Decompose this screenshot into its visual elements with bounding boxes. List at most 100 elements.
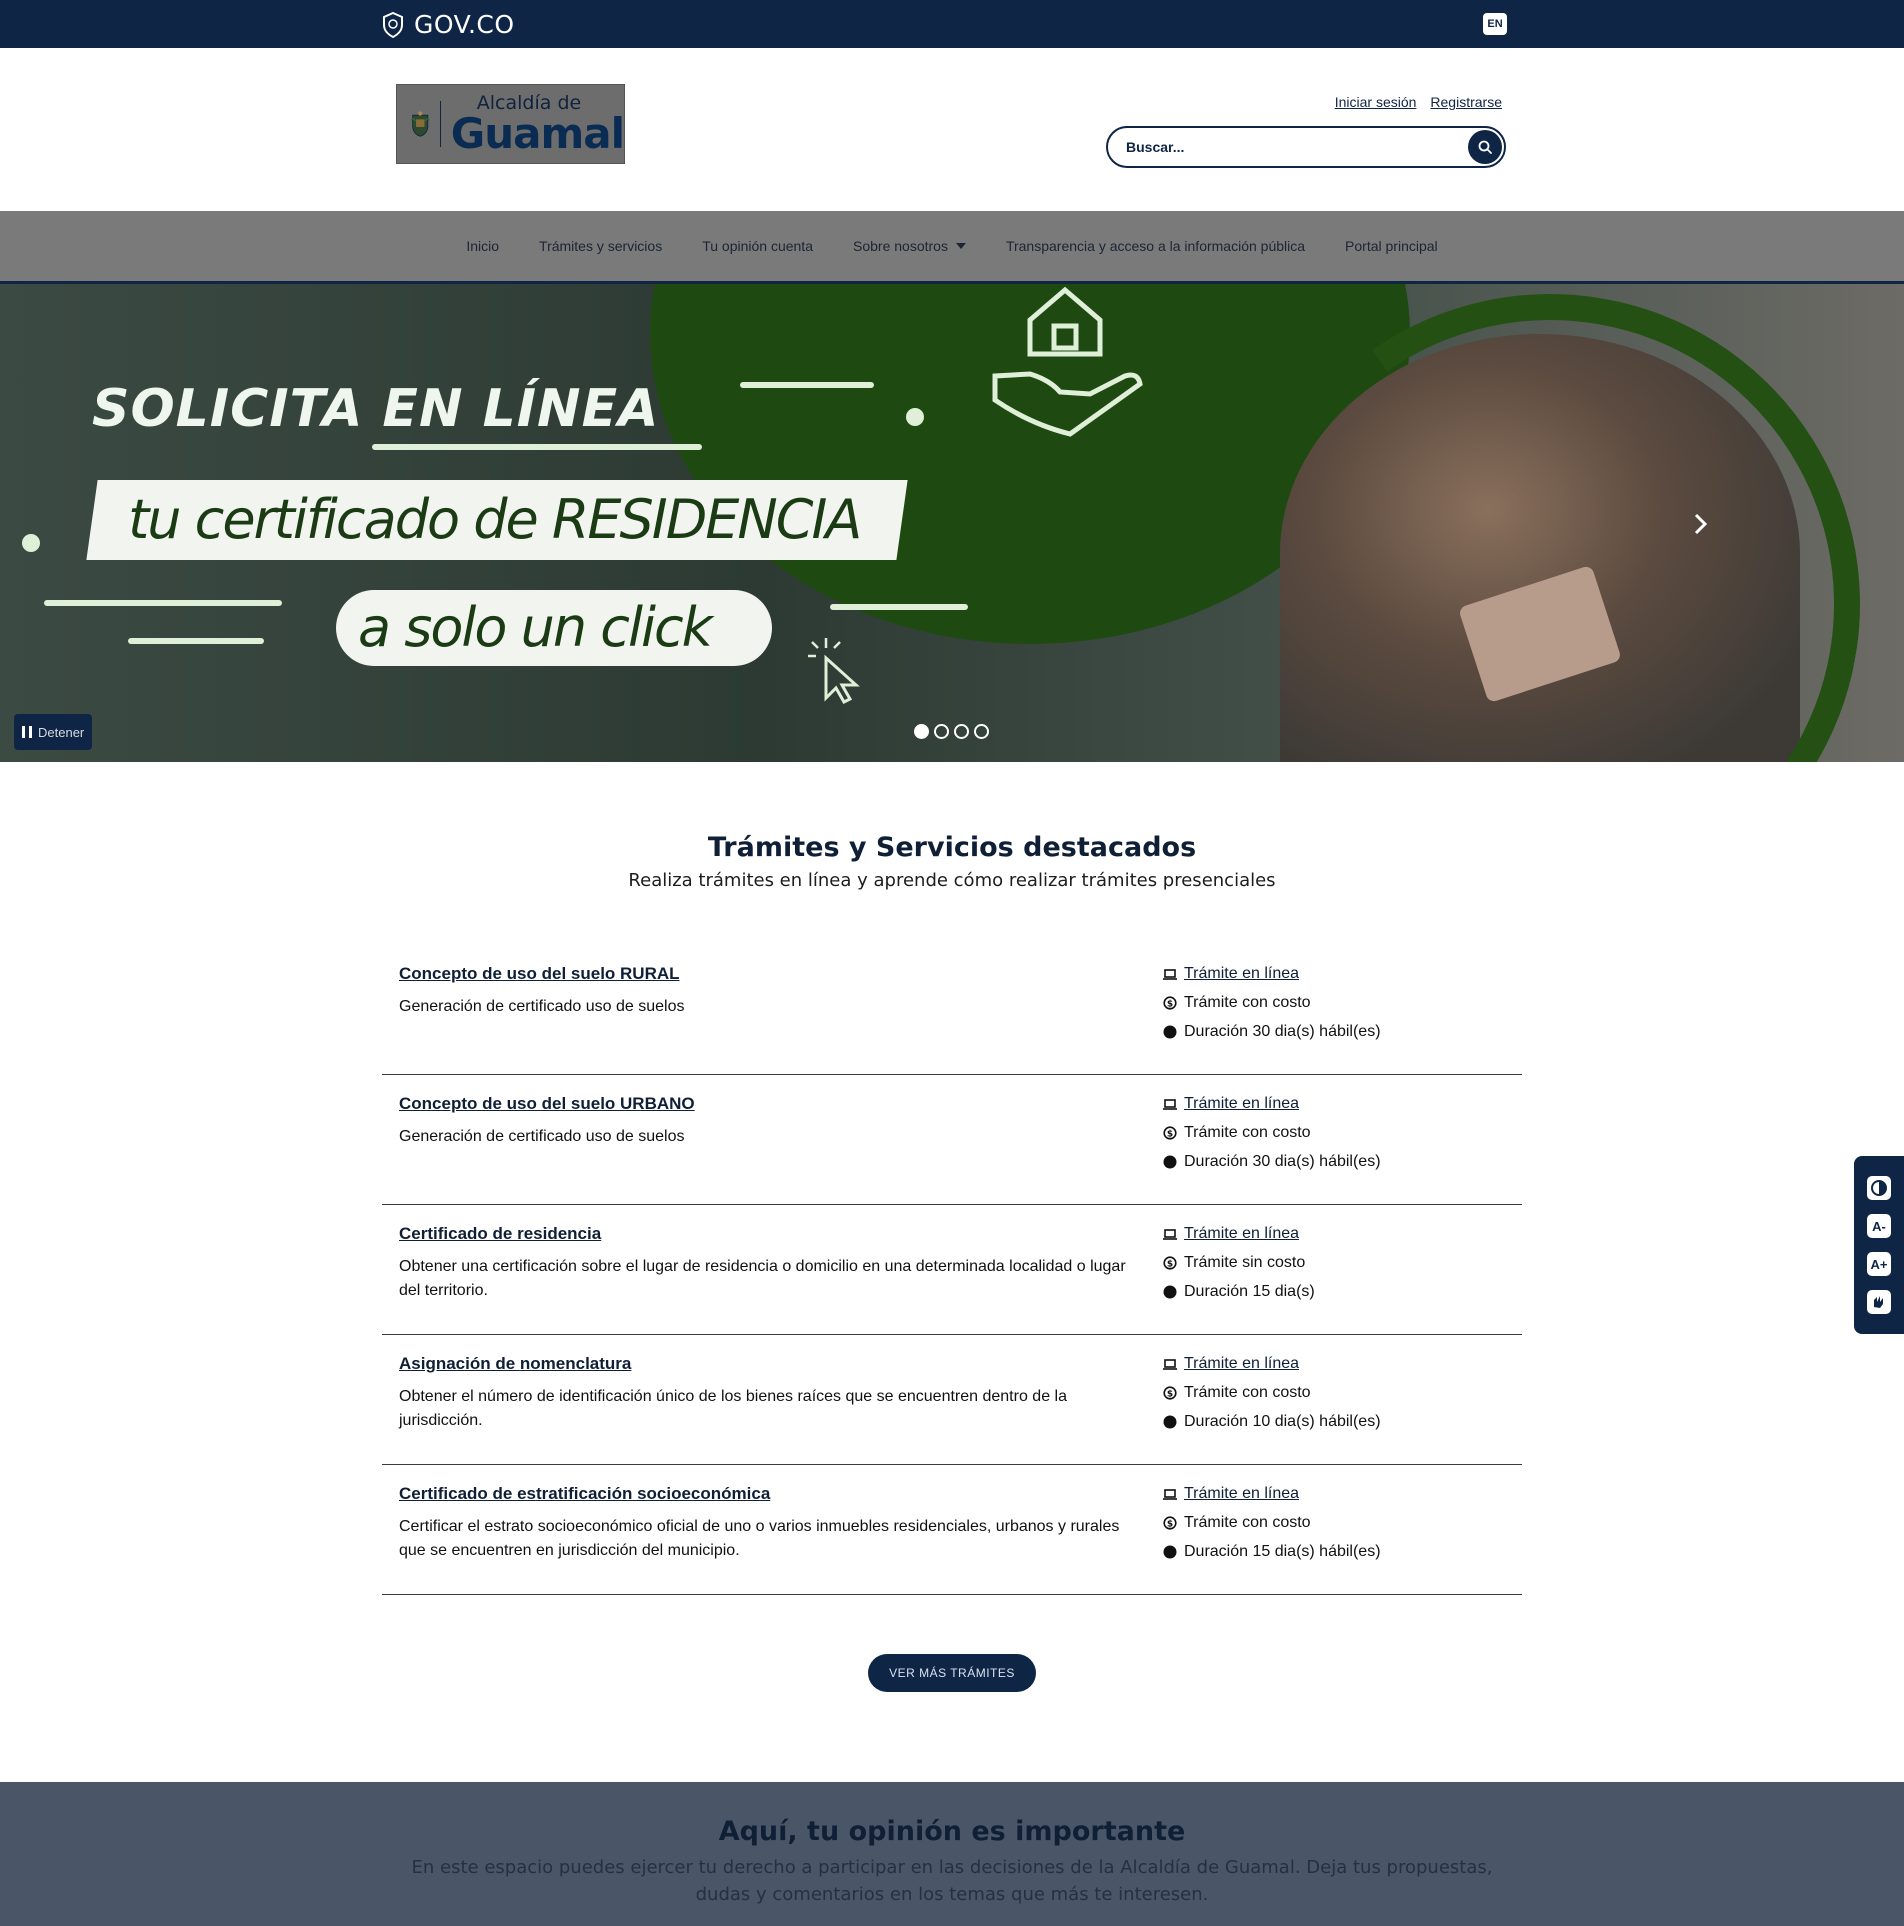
clock-icon [1163,1025,1177,1038]
laptop-icon [1163,968,1177,980]
sign-language-icon[interactable] [1867,1290,1891,1314]
procedure-item: Certificado de estratificación socioecon… [382,1465,1522,1595]
font-decrease-icon[interactable]: A- [1867,1214,1891,1238]
govco-shield-icon [383,11,403,38]
hero-title: SOLICITA EN LÍNEA [92,379,660,439]
procedure-description: Certificar el estrato socioeconómico ofi… [399,1518,1120,1559]
opinion-title: Aquí, tu opinión es importante [718,1816,1186,1847]
procedure-item: Concepto de uso del suelo URBANO Generac… [382,1075,1522,1205]
hero-carousel: SOLICITA EN LÍNEA tu certificado de RESI… [0,284,1904,762]
procedure-link[interactable]: Concepto de uso del suelo RURAL [399,964,680,984]
hero-pill: a solo un click [336,590,772,666]
caret-down-icon [955,243,966,249]
alcaldia-logo[interactable]: Alcaldía de Guamal [396,84,625,164]
cost-icon: $ [1163,1385,1177,1400]
procedure-item: Asignación de nomenclatura Obtener el nú… [382,1335,1522,1465]
search-icon [1478,140,1492,154]
nav-item-sobre-nosotros[interactable]: Sobre nosotros [853,238,966,254]
procedure-cost: Trámite sin costo [1184,1253,1306,1271]
hero-decor-dot [906,408,924,426]
more-procedures-button[interactable]: VER MÁS TRÁMITES [868,1654,1036,1692]
carousel-indicators [914,724,989,739]
procedure-description: Obtener el número de identificación únic… [399,1388,1067,1429]
procedure-link[interactable]: Certificado de estratificación socioecon… [399,1484,770,1504]
nav-item-portal-principal[interactable]: Portal principal [1345,238,1438,254]
procedure-meta: Trámite en línea $ Trámite con costo Dura… [1163,1484,1381,1561]
cost-icon: $ [1163,1255,1177,1270]
procedure-description: Generación de certificado uso de suelos [399,998,685,1015]
register-link[interactable]: Registrarse [1430,94,1502,110]
house-hand-icon [992,286,1143,437]
online-procedure-link[interactable]: Trámite en línea [1184,1485,1299,1503]
accessibility-toolbar: A- A+ [1854,1156,1904,1334]
laptop-icon [1163,1488,1177,1500]
online-procedure-link[interactable]: Trámite en línea [1184,965,1299,983]
hero-pill-text: a solo un click [358,596,713,659]
online-procedure-link[interactable]: Trámite en línea [1184,1225,1299,1243]
nav-item-opinion[interactable]: Tu opinión cuenta [702,238,813,254]
procedure-cost: Trámite con costo [1184,993,1311,1011]
font-increase-icon[interactable]: A+ [1867,1252,1891,1276]
procedure-link[interactable]: Concepto de uso del suelo URBANO [399,1094,695,1114]
carousel-indicator[interactable] [954,724,969,739]
login-link[interactable]: Iniciar sesión [1335,94,1417,110]
hero-decor-dot [22,534,40,552]
nav-item-inicio[interactable]: Inicio [466,238,499,254]
laptop-icon [1163,1358,1177,1370]
search-box [1106,126,1506,168]
procedure-meta: Trámite en línea $ Trámite con costo Dura… [1163,964,1381,1041]
brand-line-2: Guamal [450,108,625,158]
svg-text:$: $ [1167,999,1173,1009]
procedure-description: Obtener una certificación sobre el lugar… [399,1258,1126,1299]
procedure-duration: Duración 30 dia(s) hábil(es) [1184,1022,1381,1040]
procedure-item: Concepto de uso del suelo RURAL Generaci… [382,945,1522,1075]
procedure-duration: Duración 15 dia(s) [1184,1282,1315,1300]
procedure-description: Generación de certificado uso de suelos [399,1128,685,1145]
cost-icon: $ [1163,1515,1177,1530]
pause-icon [22,726,32,738]
hero-banner-text: tu certificado de RESIDENCIA [128,488,861,551]
procedure-duration: Duración 30 dia(s) hábil(es) [1184,1152,1381,1170]
site-header: Alcaldía de Guamal Iniciar sesión Regist… [0,48,1904,211]
carousel-indicator[interactable] [914,724,929,739]
online-procedure-link[interactable]: Trámite en línea [1184,1355,1299,1373]
govco-logo[interactable]: GOV.CO [382,10,515,39]
featured-title: Trámites y Servicios destacados [707,832,1197,863]
procedure-link[interactable]: Asignación de nomenclatura [399,1354,631,1374]
opinion-section: Aquí, tu opinión es importante En este e… [0,1782,1904,1926]
main-navigation: Inicio Trámites y servicios Tu opinión c… [0,211,1904,284]
procedure-duration: Duración 10 dia(s) hábil(es) [1184,1412,1381,1430]
procedure-meta: Trámite en línea $ Trámite sin costo Dura… [1163,1224,1315,1301]
search-button[interactable] [1468,130,1502,164]
carousel-stop-button[interactable]: Detener [14,714,93,750]
nav-item-transparencia[interactable]: Transparencia y acceso a la información … [1006,238,1305,254]
laptop-icon [1163,1228,1177,1240]
featured-subtitle: Realiza trámites en línea y aprende cómo… [628,870,1276,891]
contrast-icon[interactable] [1867,1176,1891,1200]
hero-decor-line [740,382,874,388]
procedure-cost: Trámite con costo [1184,1123,1311,1141]
laptop-icon [1163,1098,1177,1110]
hero-decor-line [44,600,282,606]
clock-icon [1163,1545,1177,1558]
language-toggle-button[interactable]: EN [1483,13,1507,35]
auth-links: Iniciar sesión Registrarse [1335,94,1502,110]
carousel-next-button[interactable] [1688,512,1712,536]
procedure-link[interactable]: Certificado de residencia [399,1224,601,1244]
hero-decor-line [128,638,264,644]
cursor-click-icon [808,638,860,704]
carousel-indicator[interactable] [974,724,989,739]
govco-topbar: GOV.CO EN [0,0,1904,48]
cost-icon: $ [1163,1125,1177,1140]
opinion-text: En este espacio puedes ejercer tu derech… [411,1857,1493,1905]
online-procedure-link[interactable]: Trámite en línea [1184,1095,1299,1113]
hero-banner: tu certificado de RESIDENCIA [86,480,908,560]
logo-separator [439,101,441,147]
carousel-indicator[interactable] [934,724,949,739]
hero-decor-line [830,604,968,610]
search-input[interactable] [1126,139,1456,155]
svg-text:$: $ [1167,1129,1173,1139]
nav-item-tramites[interactable]: Trámites y servicios [539,238,662,254]
procedure-meta: Trámite en línea $ Trámite con costo Dura… [1163,1094,1381,1171]
svg-text:$: $ [1167,1519,1173,1529]
